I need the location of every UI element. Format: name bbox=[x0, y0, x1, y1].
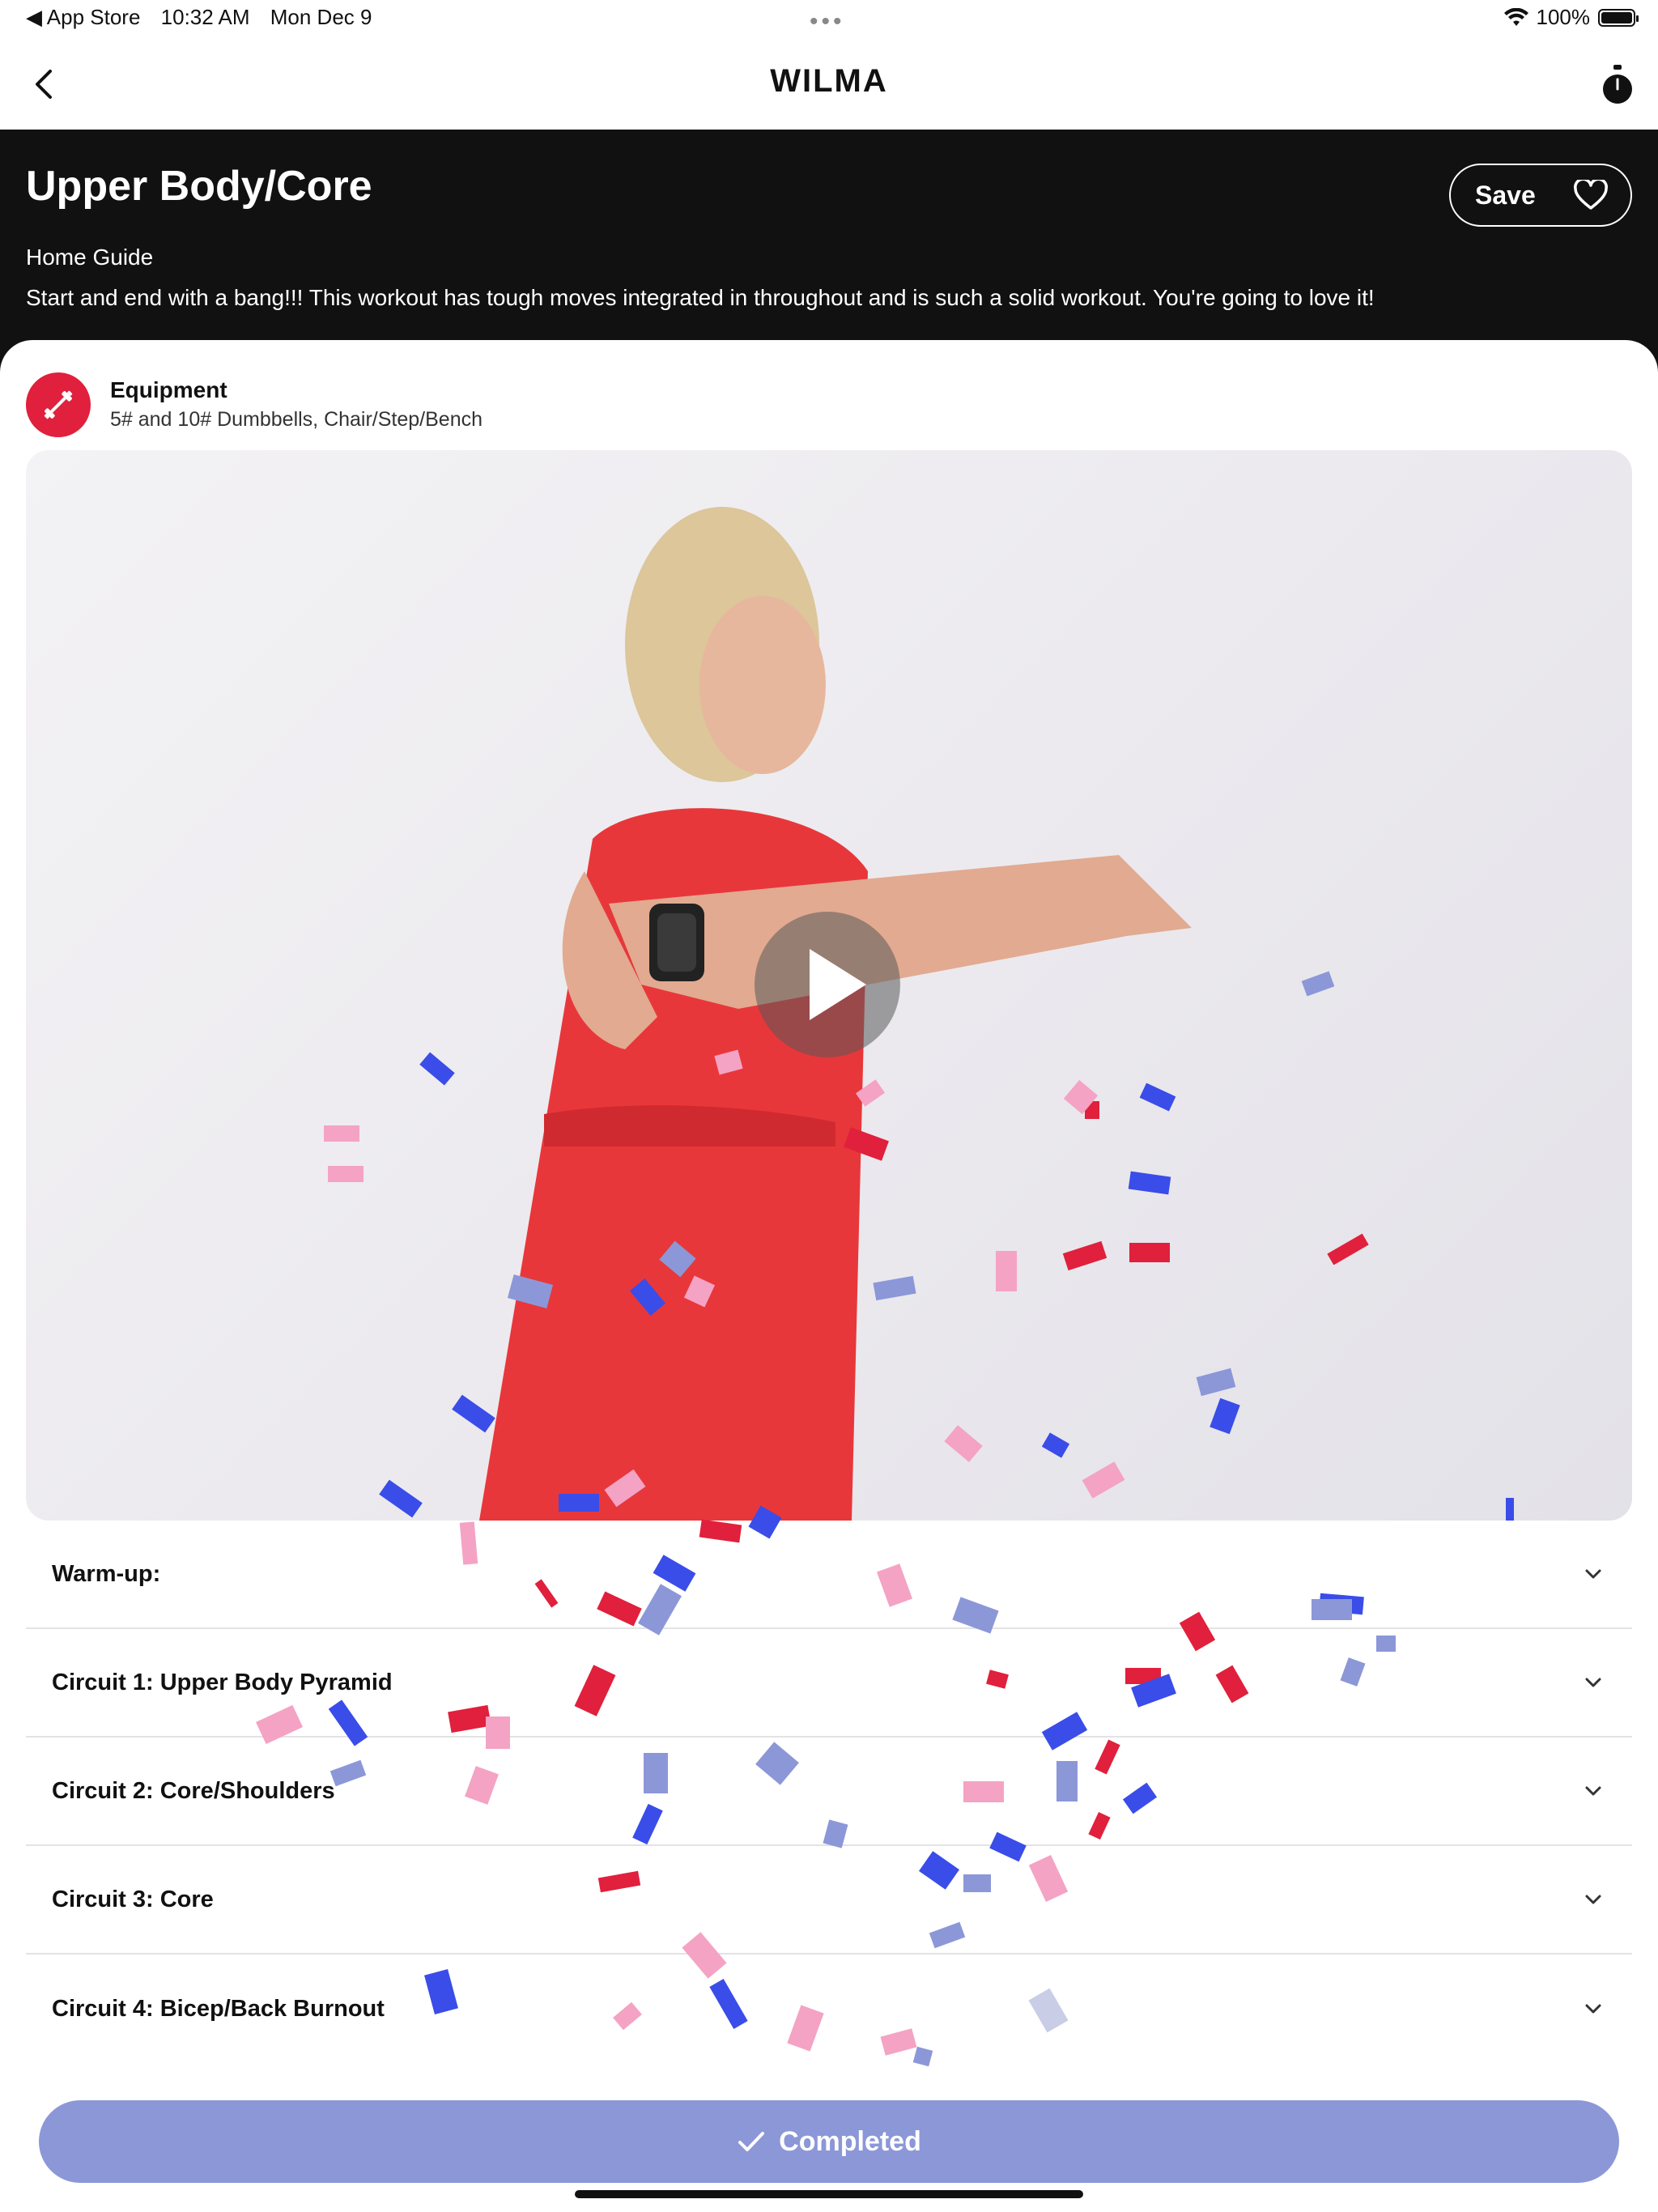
chevron-down-icon bbox=[1585, 1786, 1601, 1796]
workout-video[interactable] bbox=[26, 450, 1632, 1521]
status-date: Mon Dec 9 bbox=[270, 5, 372, 29]
dumbbell-icon bbox=[26, 372, 91, 437]
brand-logo: WILMA bbox=[770, 63, 888, 99]
section-label: Circuit 2: Core/Shoulders bbox=[52, 1777, 335, 1804]
equipment-list: 5# and 10# Dumbbells, Chair/Step/Bench bbox=[110, 408, 483, 431]
heart-icon bbox=[1574, 180, 1608, 210]
play-button[interactable] bbox=[755, 912, 900, 1057]
chevron-down-icon bbox=[1585, 1569, 1601, 1579]
battery-icon bbox=[1598, 8, 1639, 27]
chevron-down-icon bbox=[1585, 2004, 1601, 2014]
save-label: Save bbox=[1475, 180, 1536, 210]
workout-title: Upper Body/Core bbox=[26, 163, 372, 210]
chevron-down-icon bbox=[1585, 1678, 1601, 1687]
nav-bar: WILMA bbox=[0, 39, 1658, 130]
completed-button[interactable]: Completed bbox=[39, 2100, 1619, 2183]
status-time: 10:32 AM bbox=[160, 5, 250, 29]
stopwatch-icon[interactable] bbox=[1593, 62, 1642, 110]
section-circuit-4[interactable]: Circuit 4: Bicep/Back Burnout bbox=[26, 1955, 1632, 2063]
section-circuit-2[interactable]: Circuit 2: Core/Shoulders bbox=[26, 1738, 1632, 1846]
multitask-dots[interactable]: ••• bbox=[810, 8, 845, 36]
guide-label: Home Guide bbox=[26, 245, 154, 270]
back-to-app-link[interactable]: ◀ App Store bbox=[26, 5, 140, 29]
section-circuit-3[interactable]: Circuit 3: Core bbox=[26, 1846, 1632, 1955]
save-button[interactable]: Save bbox=[1449, 164, 1632, 227]
battery-percent: 100% bbox=[1536, 5, 1591, 29]
completed-label: Completed bbox=[779, 2125, 921, 2157]
workout-description: Start and end with a bang!!! This workou… bbox=[26, 285, 1375, 310]
equipment-title: Equipment bbox=[110, 377, 227, 402]
section-label: Circuit 1: Upper Body Pyramid bbox=[52, 1669, 393, 1695]
section-label: Circuit 4: Bicep/Back Burnout bbox=[52, 1995, 385, 2022]
section-label: Circuit 3: Core bbox=[52, 1886, 214, 1912]
home-indicator[interactable] bbox=[575, 2190, 1083, 2198]
chevron-down-icon bbox=[1585, 1895, 1601, 1904]
section-warm-up[interactable]: Warm-up: bbox=[26, 1521, 1632, 1629]
section-label: Warm-up: bbox=[52, 1560, 161, 1587]
wifi-icon bbox=[1503, 7, 1528, 26]
workout-sections: Warm-up: Circuit 1: Upper Body Pyramid C… bbox=[26, 1521, 1632, 2063]
checkmark-icon bbox=[738, 2132, 765, 2151]
section-circuit-1[interactable]: Circuit 1: Upper Body Pyramid bbox=[26, 1629, 1632, 1738]
status-bar: ◀ App Store 10:32 AM Mon Dec 9 ••• 100% bbox=[0, 0, 1658, 39]
workout-header: Upper Body/Core Save Home Guide Start an… bbox=[0, 130, 1658, 372]
